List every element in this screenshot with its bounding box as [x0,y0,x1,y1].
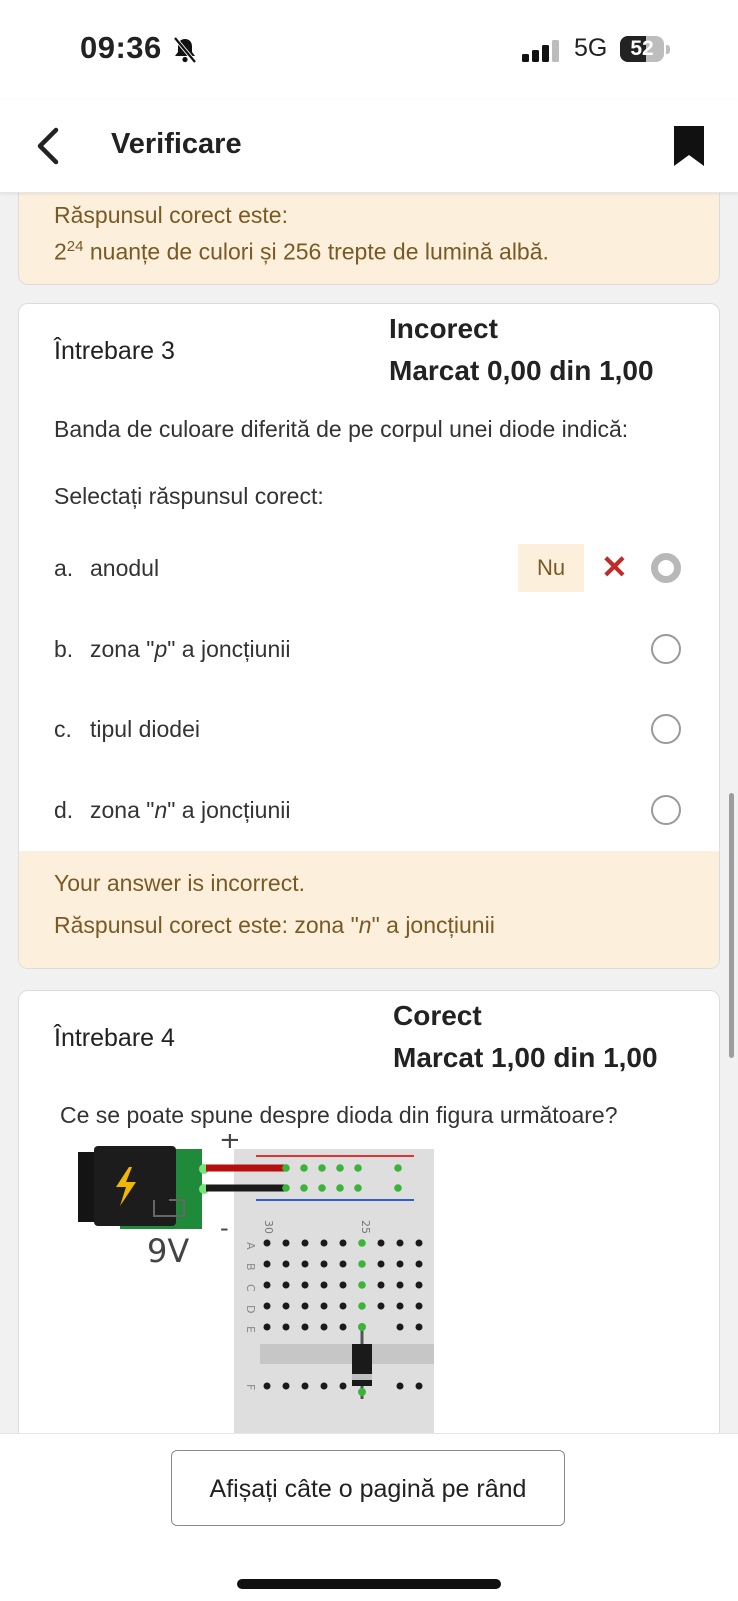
incorrect-icon: ✕ [601,549,628,585]
feedback-correct-answer: Răspunsul corect este: zona "n" a joncți… [54,912,495,938]
answer-prompt: Selectați răspunsul corect: [54,483,324,509]
row-f-label: F [244,1384,257,1390]
back-icon[interactable] [28,124,72,168]
minus-label: - [220,1214,229,1242]
status-bar: 09:36 5G 52 [0,0,738,100]
status-time: 09:36 [80,30,162,65]
radio-option-b[interactable] [651,634,681,664]
question-3-card: Întrebare 3 Incorect Marcat 0,00 din 1,0… [18,303,720,969]
breadboard-diode-figure: + - 9V 30 25 A B C D E F [78,1134,434,1433]
column-25-label: 25 [359,1220,372,1234]
radio-option-d[interactable] [651,795,681,825]
page-title: Verificare [111,128,242,160]
row-b-label: B [244,1263,257,1271]
question-number: Întrebare 3 [54,337,175,365]
battery-level: 52 [630,37,654,60]
network-type: 5G [574,34,608,62]
question-grade: Marcat 0,00 din 1,00 [389,355,654,386]
question-grade: Marcat 1,00 din 1,00 [393,1042,658,1073]
show-one-page-button[interactable]: Afișați câte o pagină pe rând [171,1450,565,1526]
answer-option-d[interactable]: d. zona "n" a joncțiunii [54,797,290,824]
radio-option-a[interactable] [651,553,681,583]
bookmark-icon[interactable] [672,124,706,168]
answer-option-a[interactable]: a. anodul [54,555,159,582]
answer-feedback-badge: Nu [518,544,584,592]
question-text: Banda de culoare diferită de pe corpul u… [54,416,629,442]
question-state: Incorect Marcat 0,00 din 1,00 [389,308,654,392]
signal-icon [522,40,559,62]
row-d-label: D [244,1305,257,1313]
app-header: Verificare [0,100,738,193]
answer-option-b[interactable]: b. zona "p" a joncțiunii [54,636,290,663]
question-text: Ce se poate spune despre dioda din figur… [60,1102,618,1128]
row-c-label: C [244,1284,257,1292]
question-state: Corect Marcat 1,00 din 1,00 [393,995,658,1079]
q2-feedback-answer: 224 nuanțe de culori și 256 trepte de lu… [54,238,549,265]
quiz-review-content[interactable]: Răspunsul corect este: 224 nuanțe de cul… [0,193,738,1433]
row-a-label: A [244,1242,257,1250]
answer-option-c[interactable]: c. tipul diodei [54,716,200,743]
q2-feedback: Răspunsul corect este: 224 nuanțe de cul… [18,193,720,285]
bottom-bar: Afișați câte o pagină pe rând [0,1433,738,1601]
question-number: Întrebare 4 [54,1024,175,1052]
battery-voltage-label: 9V [147,1232,189,1270]
home-indicator[interactable] [237,1579,501,1589]
q2-feedback-label: Răspunsul corect este: [54,202,288,228]
question-feedback: Your answer is incorrect. Răspunsul core… [19,851,719,968]
bell-muted-icon [173,36,197,64]
scrollbar[interactable] [729,793,734,1058]
row-e-label: E [244,1326,257,1333]
feedback-result: Your answer is incorrect. [54,870,305,896]
column-30-label: 30 [262,1220,275,1234]
radio-option-c[interactable] [651,714,681,744]
question-4-card: Întrebare 4 Corect Marcat 1,00 din 1,00 … [18,990,720,1433]
battery-icon: 52 [620,36,670,62]
